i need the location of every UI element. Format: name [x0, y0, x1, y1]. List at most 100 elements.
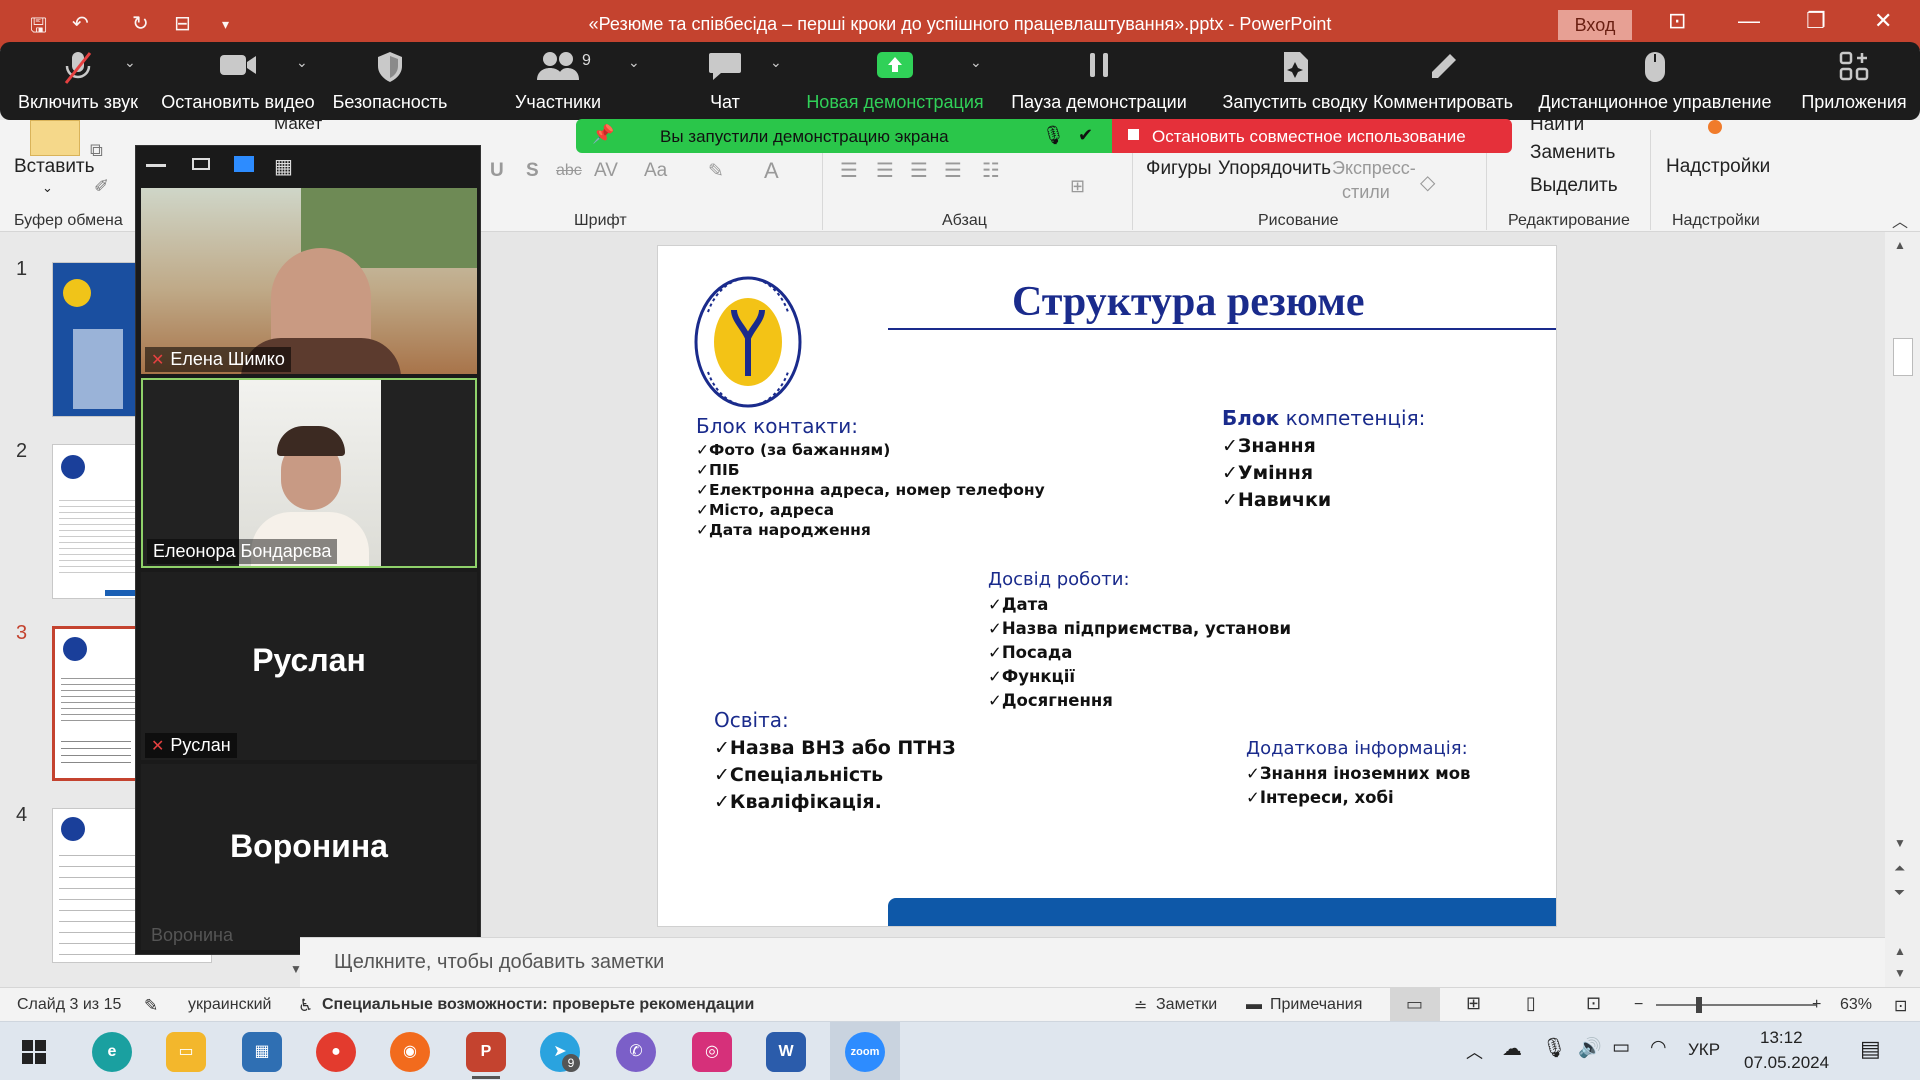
powerpoint-icon[interactable]: P [466, 1032, 506, 1072]
volume-icon[interactable]: 🔊 [1578, 1036, 1602, 1060]
next-slide-icon[interactable]: ⏷ [1894, 884, 1905, 901]
video-tile-eleonora[interactable]: Елеонора Бондарєва [141, 378, 477, 568]
participants-button[interactable]: Участники [508, 50, 608, 113]
start-summary-button[interactable]: Запустить сводку [1202, 50, 1388, 113]
word-icon[interactable]: W [766, 1032, 806, 1072]
comments-button[interactable]: Примечания [1270, 996, 1362, 1014]
reading-view-icon[interactable]: ▯ [1526, 993, 1536, 1014]
chrome-icon[interactable]: ● [316, 1032, 356, 1072]
viber-icon[interactable]: ✆ [616, 1032, 656, 1072]
slide-sorter-icon[interactable]: ⊞ [1466, 993, 1481, 1014]
font-color-icon[interactable]: A [764, 158, 779, 184]
notifications-icon[interactable]: ▤ [1860, 1036, 1881, 1062]
align-center-icon[interactable]: ☰ [876, 158, 894, 183]
tray-overflow-icon[interactable]: ︿ [1466, 1038, 1483, 1063]
zoom-slider-thumb[interactable] [1696, 997, 1702, 1013]
apps-button[interactable]: Приложения [1796, 50, 1912, 113]
collapse-ribbon-icon[interactable]: ︿ [1892, 208, 1908, 232]
chevron-down-icon[interactable]: ⌄ [124, 54, 136, 71]
scroll-down-icon[interactable]: ▼ [1894, 836, 1906, 850]
keyboard-language[interactable]: УКР [1688, 1040, 1720, 1060]
stop-share-button[interactable]: Остановить совместное использование [1112, 119, 1512, 153]
quick-styles-line1[interactable]: Экспресс- [1332, 158, 1416, 179]
highlight-icon[interactable]: ✎ [708, 160, 724, 183]
notes-toggle-icon[interactable]: ≐ [1134, 996, 1147, 1016]
calculator-icon[interactable]: ▦ [242, 1032, 282, 1072]
remote-control-button[interactable]: Дистанционное управление [1530, 50, 1780, 113]
underline-icon[interactable]: U [490, 160, 504, 182]
zoom-out-icon[interactable]: − [1634, 996, 1643, 1014]
quick-styles-line2[interactable]: стили [1342, 182, 1390, 203]
justify-icon[interactable]: ☰ [944, 158, 962, 183]
paste-button[interactable]: Вставить [14, 156, 95, 178]
video-tile-ruslan[interactable]: Руслан ✕ Руслан [141, 572, 477, 760]
chat-button[interactable]: Чат [690, 50, 760, 113]
replace-button[interactable]: Заменить [1530, 142, 1615, 164]
scroll-thumb[interactable] [1893, 338, 1913, 376]
login-button[interactable]: Вход [1558, 10, 1632, 40]
minimize-panel-icon[interactable] [146, 164, 166, 167]
wifi-icon[interactable]: ◠ [1650, 1036, 1667, 1059]
accessibility-status[interactable]: Специальные возможности: проверьте реком… [322, 996, 754, 1014]
edge-icon[interactable]: e [92, 1032, 132, 1072]
align-right-icon[interactable]: ☰ [910, 158, 928, 183]
char-spacing-icon[interactable]: AV [594, 160, 618, 182]
file-explorer-icon[interactable]: ▭ [166, 1032, 206, 1072]
chevron-down-icon[interactable]: ⌄ [770, 54, 782, 71]
pin-icon[interactable]: 📌 [592, 124, 614, 145]
minimize-icon[interactable]: — [1738, 8, 1760, 34]
columns-icon[interactable]: ☷ [982, 158, 1000, 183]
microphone-icon[interactable]: 🎙 [1542, 1036, 1566, 1060]
strip-view-icon[interactable] [234, 156, 254, 172]
format-painter-icon[interactable]: ✐ [94, 176, 109, 197]
battery-icon[interactable]: ▭ [1612, 1036, 1630, 1059]
previous-slide-icon[interactable]: ⏶ [1894, 860, 1905, 877]
zoom-level[interactable]: 63% [1840, 996, 1872, 1014]
slideshow-icon[interactable]: ⊡ [1586, 993, 1601, 1014]
onedrive-icon[interactable]: ☁ [1502, 1036, 1522, 1061]
video-tile-elena[interactable]: ✕ Елена Шимко [141, 188, 477, 374]
zoom-in-icon[interactable]: + [1812, 996, 1821, 1014]
slide-canvas[interactable]: Структура резюме Блок контакти: ✓Фото (з… [657, 245, 1557, 927]
chevron-down-icon[interactable]: ⌄ [42, 180, 53, 196]
smartart-icon[interactable]: ⊞ [1070, 176, 1085, 197]
single-view-icon[interactable] [192, 158, 210, 170]
video-tile-voronina[interactable]: Воронина Воронина ⌄ [141, 764, 477, 950]
chevron-down-icon[interactable]: ⌄ [628, 54, 640, 71]
addins-button[interactable]: Надстройки [1666, 156, 1770, 178]
pause-share-button[interactable]: Пауза демонстрации [1006, 50, 1192, 113]
notes-scroll-up-icon[interactable]: ▲ [1894, 944, 1906, 958]
zoom-slider[interactable] [1656, 1004, 1816, 1006]
notes-scroll-down-icon[interactable]: ▼ [1894, 966, 1906, 980]
restore-icon[interactable]: ❐ [1806, 8, 1826, 34]
strikethrough-icon[interactable]: abc [556, 162, 582, 180]
spellcheck-icon[interactable]: ✎ [144, 996, 158, 1016]
firefox-icon[interactable]: ◉ [390, 1032, 430, 1072]
shapes-button[interactable]: Фигуры [1146, 158, 1212, 180]
accessibility-icon[interactable]: ♿ [298, 996, 313, 1016]
windows-start-icon[interactable] [22, 1040, 46, 1064]
fit-to-window-icon[interactable]: ⊡ [1894, 996, 1907, 1016]
change-case-icon[interactable]: Aa [644, 160, 667, 182]
new-share-button[interactable]: Новая демонстрация [802, 50, 988, 113]
scroll-up-icon[interactable]: ▲ [1894, 238, 1906, 252]
notes-placeholder[interactable]: Щелкните, чтобы добавить заметки [334, 951, 664, 974]
gallery-view-icon[interactable]: ▦ [274, 154, 293, 179]
shape-fill-icon[interactable]: ◇ [1420, 170, 1435, 195]
language-indicator[interactable]: украинский [188, 996, 271, 1014]
comments-icon[interactable]: ▬ [1246, 996, 1262, 1014]
stop-video-button[interactable]: Остановить видео [158, 50, 318, 113]
close-icon[interactable]: ✕ [1874, 8, 1892, 34]
clock-date[interactable]: 07.05.2024 [1744, 1053, 1829, 1073]
select-button[interactable]: Выделить [1530, 175, 1618, 197]
notes-pane[interactable]: Щелкните, чтобы добавить заметки [300, 937, 1885, 987]
normal-view-button[interactable]: ▭ [1390, 988, 1440, 1022]
paste-icon[interactable] [30, 120, 80, 156]
notes-toggle-button[interactable]: Заметки [1156, 996, 1217, 1014]
copy-icon[interactable]: ⧉ [90, 140, 103, 161]
zoom-app-active[interactable]: zoom [830, 1022, 900, 1080]
vertical-scrollbar[interactable]: ▲ ▼ ⏶ ⏷ ▲ ▼ [1885, 232, 1920, 987]
align-left-icon[interactable]: ☰ [840, 158, 858, 183]
mic-muted-icon[interactable]: 🎙 [1042, 125, 1065, 146]
clock-time[interactable]: 13:12 [1760, 1028, 1803, 1048]
